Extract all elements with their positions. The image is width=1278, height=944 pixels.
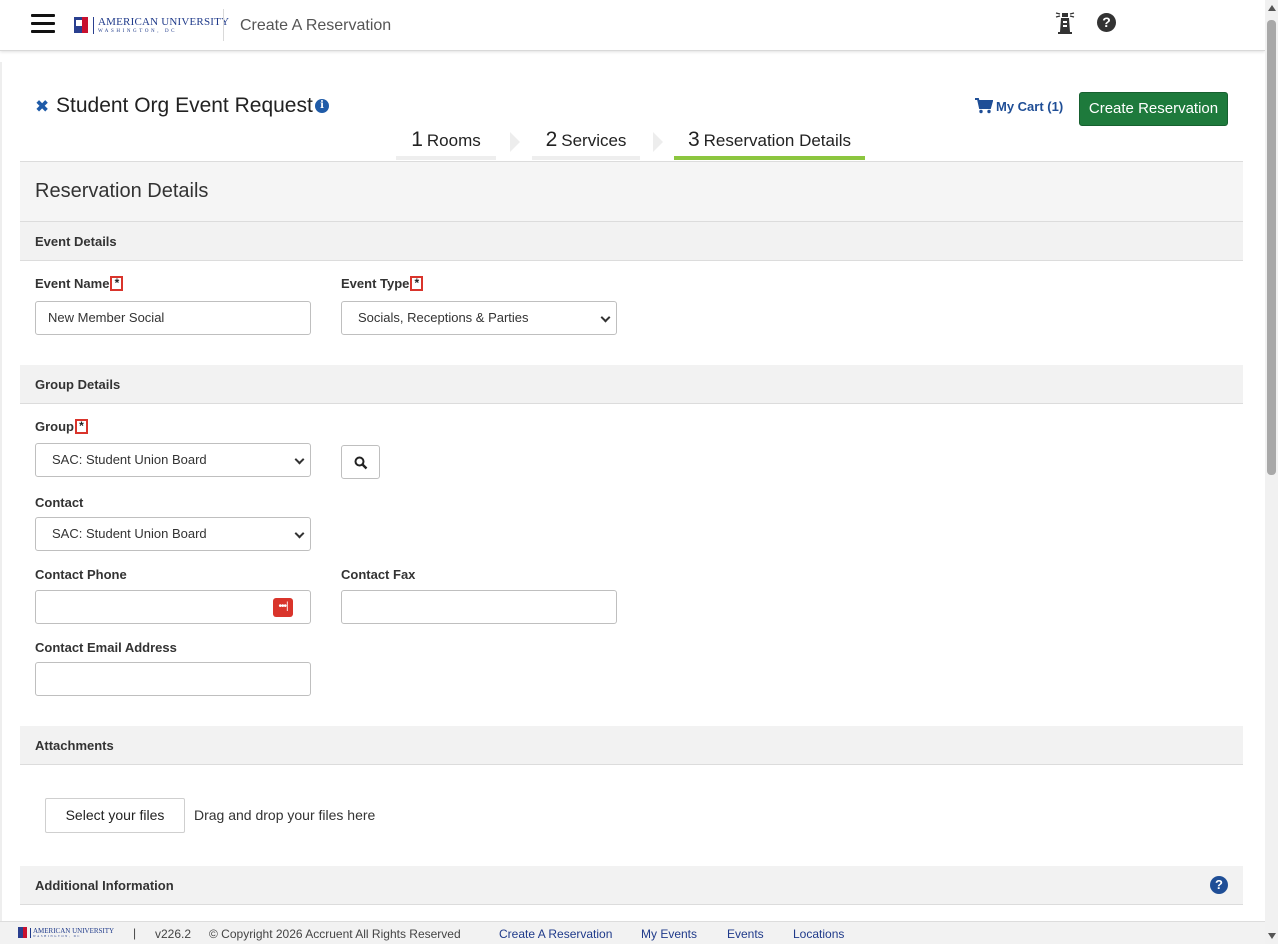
- group-details-section: Group Details: [20, 365, 1243, 404]
- step-indicator: [532, 156, 640, 160]
- section-title: Group Details: [35, 377, 121, 392]
- step-chevron-icon: [510, 132, 520, 152]
- contact-select[interactable]: SAC: Student Union Board: [35, 517, 311, 551]
- scroll-down-arrow-icon[interactable]: [1268, 933, 1276, 939]
- step-indicator: [396, 156, 496, 160]
- footer-separator: |: [133, 926, 137, 940]
- logo-line1: AMERICAN UNIVERSITY: [98, 15, 230, 28]
- search-icon: [354, 456, 368, 470]
- event-details-section: Event Details: [20, 222, 1243, 261]
- contact-label: Contact: [35, 495, 84, 510]
- help-icon[interactable]: ?: [1097, 13, 1116, 32]
- header-divider: [223, 9, 224, 41]
- contact-fax-input[interactable]: [341, 590, 617, 624]
- required-marker: *: [75, 419, 88, 434]
- step-number: 2: [545, 128, 558, 151]
- password-manager-icon[interactable]: •••|: [273, 598, 293, 617]
- contact-phone-label: Contact Phone: [35, 567, 127, 582]
- panel-header: Reservation Details: [20, 162, 1243, 222]
- required-marker: *: [410, 276, 424, 291]
- reservation-details-panel: Reservation Details Event Details Event …: [20, 161, 1243, 921]
- attachments-section: Attachments: [20, 726, 1243, 765]
- drag-drop-text: Drag and drop your files here: [194, 807, 376, 823]
- chevron-down-icon: [294, 454, 305, 465]
- cart-icon: [975, 98, 993, 114]
- logo-seal: [18, 927, 27, 938]
- page-scrollbar[interactable]: [1265, 0, 1278, 944]
- contact-email-label: Contact Email Address: [35, 640, 177, 655]
- copyright-text: © Copyright 2026 Accruent All Rights Res…: [209, 927, 461, 941]
- event-type-value: Socials, Receptions & Parties: [358, 310, 529, 325]
- version-text: v226.2: [155, 927, 192, 941]
- my-cart-link[interactable]: My Cart (1): [975, 98, 1063, 114]
- left-edge: [0, 62, 2, 922]
- create-reservation-button[interactable]: Create Reservation: [1079, 92, 1228, 126]
- additional-info-section: Additional Information ?: [20, 866, 1243, 905]
- contact-email-input[interactable]: [35, 662, 311, 696]
- chevron-down-icon: [600, 312, 611, 323]
- scrollbar-thumb[interactable]: [1267, 20, 1276, 475]
- info-icon[interactable]: i: [315, 99, 329, 113]
- app-title: Create A Reservation: [240, 17, 392, 34]
- event-type-label: Event Type *: [341, 276, 424, 291]
- footer-logo-line2: WASHINGTON, DC: [33, 933, 82, 938]
- page-footer: AMERICAN UNIVERSITY WASHINGTON, DC | v22…: [0, 921, 1265, 944]
- page-title: Student Org Event Request: [56, 94, 313, 117]
- help-icon[interactable]: ?: [1210, 876, 1228, 894]
- footer-link-locations[interactable]: Locations: [793, 927, 844, 941]
- step-chevron-icon: [653, 132, 663, 152]
- event-name-input[interactable]: New Member Social: [35, 301, 311, 335]
- select-files-button[interactable]: Select your files: [45, 798, 185, 833]
- step-number: 3: [687, 128, 700, 151]
- group-value: SAC: Student Union Board: [52, 452, 207, 467]
- step-label: Rooms: [426, 131, 481, 150]
- footer-link-create-reservation[interactable]: Create A Reservation: [499, 927, 612, 941]
- section-title: Attachments: [35, 738, 114, 753]
- logo-line2: WASHINGTON, DC: [98, 28, 178, 34]
- chevron-down-icon: [294, 528, 305, 539]
- footer-logo: AMERICAN UNIVERSITY WASHINGTON, DC: [18, 927, 114, 938]
- cart-label: My Cart (1): [996, 98, 1064, 114]
- logo-seal: [74, 17, 88, 33]
- step-rooms[interactable]: 1 Rooms: [396, 128, 496, 160]
- lighthouse-icon[interactable]: [1055, 10, 1075, 34]
- step-number: 1: [411, 128, 423, 151]
- step-reservation-details[interactable]: 3 Reservation Details: [674, 128, 865, 160]
- step-services[interactable]: 2 Services: [532, 128, 640, 160]
- group-search-button[interactable]: [341, 445, 380, 479]
- university-logo[interactable]: AMERICAN UNIVERSITY WASHINGTON, DC: [74, 15, 229, 35]
- contact-phone-input[interactable]: •••|: [35, 590, 311, 624]
- group-label: Group *: [35, 419, 88, 434]
- panel-title: Reservation Details: [35, 180, 209, 202]
- event-type-select[interactable]: Socials, Receptions & Parties: [341, 301, 617, 335]
- group-select[interactable]: SAC: Student Union Board: [35, 443, 311, 477]
- contact-fax-label: Contact Fax: [341, 567, 416, 582]
- hamburger-menu-icon[interactable]: [31, 14, 55, 34]
- footer-link-my-events[interactable]: My Events: [641, 927, 697, 941]
- step-indicator-active: [674, 156, 865, 160]
- section-title: Additional Information: [35, 878, 174, 893]
- scroll-up-arrow-icon[interactable]: [1268, 5, 1276, 11]
- required-marker: *: [110, 276, 124, 291]
- step-label: Services: [561, 131, 627, 150]
- event-name-label: Event Name *: [35, 276, 124, 291]
- footer-link-events[interactable]: Events: [727, 927, 764, 941]
- close-icon[interactable]: ✖: [35, 97, 49, 117]
- section-title: Event Details: [35, 234, 117, 249]
- contact-value: SAC: Student Union Board: [52, 526, 207, 541]
- step-label: Reservation Details: [703, 131, 852, 150]
- top-header: AMERICAN UNIVERSITY WASHINGTON, DC Creat…: [0, 0, 1265, 51]
